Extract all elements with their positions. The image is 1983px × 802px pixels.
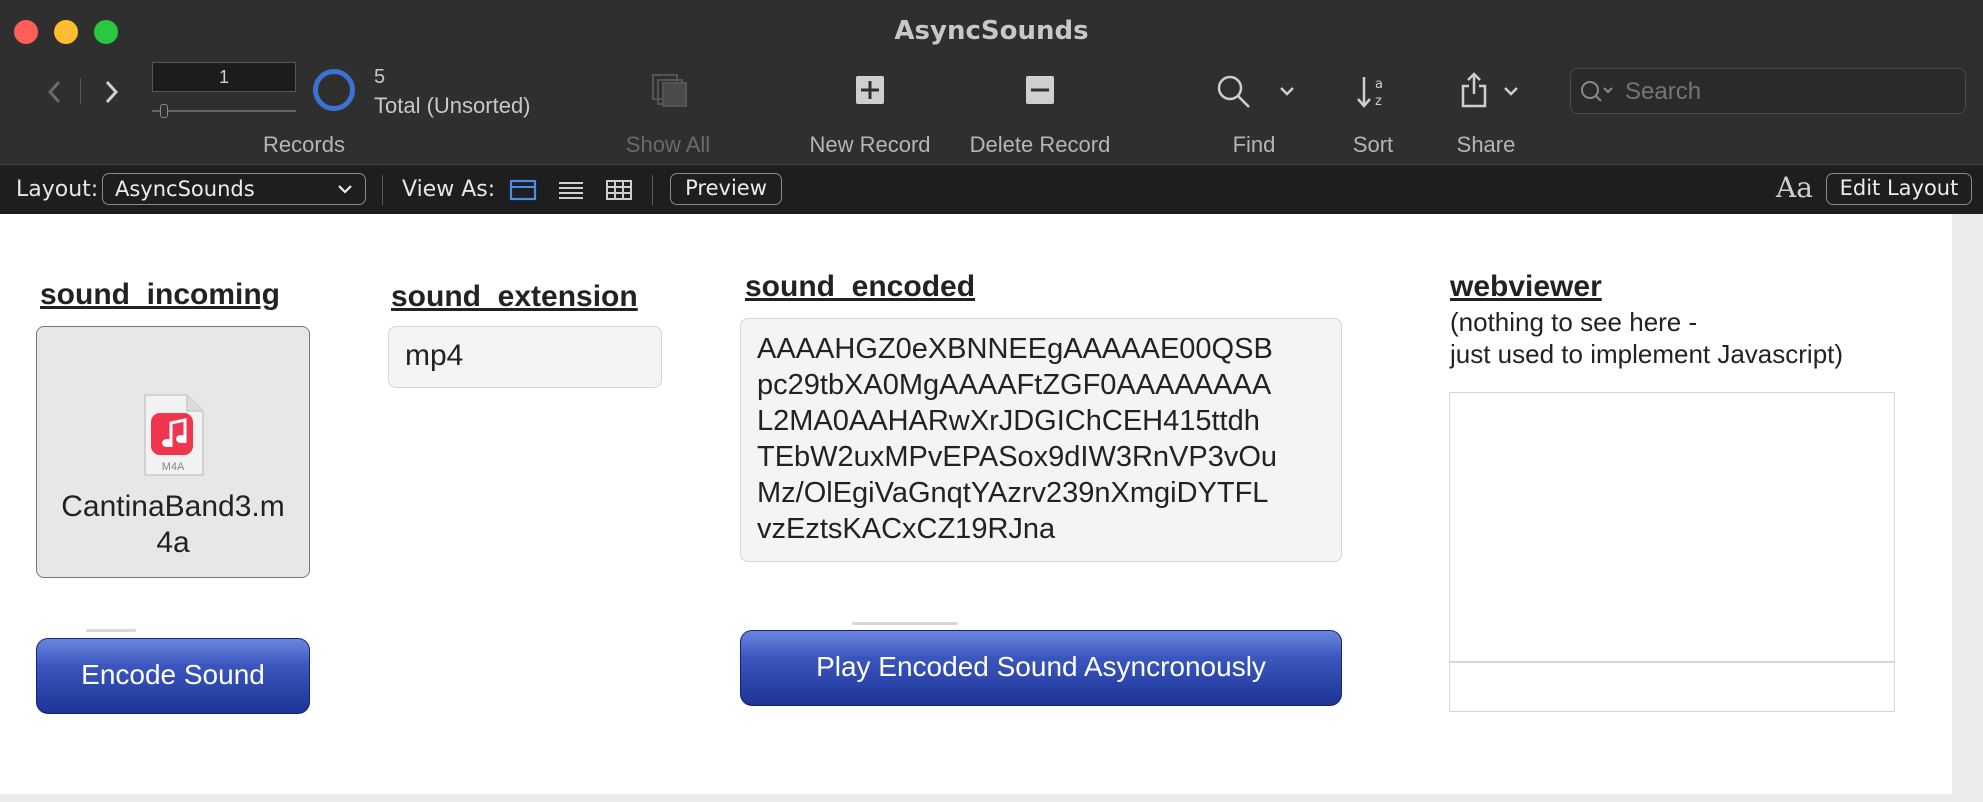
resize-handle	[86, 629, 136, 632]
show-all-label: Show All	[625, 132, 711, 157]
delete-record-label: Delete Record	[969, 132, 1111, 157]
slider-track	[152, 110, 296, 112]
chevron-down-icon	[338, 185, 352, 194]
sound-incoming-label: sound_incoming	[40, 278, 280, 311]
preview-button[interactable]: Preview	[670, 173, 782, 205]
play-encoded-sound-button[interactable]: Play Encoded Sound Asyncronously	[740, 630, 1342, 706]
layout-bar-divider	[382, 175, 383, 205]
plus-square-icon	[856, 76, 884, 104]
share-icon	[1461, 72, 1487, 108]
sort-button[interactable]: a z Sort	[1338, 72, 1408, 157]
webviewer-divider	[1450, 661, 1894, 663]
records-status: Total (Unsorted)	[374, 93, 531, 118]
layout-bar: Layout: AsyncSounds View As: Preview Aa …	[0, 164, 1983, 216]
slider-thumb[interactable]	[160, 104, 168, 118]
edit-layout-button[interactable]: Edit Layout	[1826, 173, 1972, 205]
encoded-line: vzEztsKACxCZ19RJna	[757, 513, 1056, 545]
view-as-table-button[interactable]	[604, 177, 634, 203]
find-label: Find	[1232, 132, 1276, 157]
new-record-button[interactable]: New Record	[800, 72, 940, 157]
new-record-label: New Record	[809, 132, 931, 157]
webviewer-note: (nothing to see here - just used to impl…	[1450, 306, 1843, 370]
sound-extension-field[interactable]: mp4	[388, 326, 662, 388]
chevron-left-icon	[47, 80, 61, 104]
webviewer-note-line: (nothing to see here -	[1450, 307, 1698, 337]
window-title: AsyncSounds	[894, 16, 1089, 46]
sort-icon: a z	[1357, 77, 1383, 109]
sound-encoded-label: sound_encoded	[745, 270, 976, 303]
file-name: CantinaBand3.m4a	[61, 490, 285, 559]
sound-encoded-field[interactable]: AAAAHGZ0eXBNNEEgAAAAAE00QSB pc29tbXA0MgA…	[740, 318, 1342, 562]
records-label: Records	[263, 132, 345, 157]
encoded-line: TEbW2uxMPvEPASox9dIW3RnVP3vOu	[757, 441, 1278, 473]
sound-extension-label: sound_extension	[391, 280, 638, 313]
layout-label: Layout:	[16, 177, 99, 202]
sound-encoded-text: AAAAHGZ0eXBNNEEgAAAAAE00QSB pc29tbXA0MgA…	[757, 331, 1277, 547]
window-right-margin	[1952, 214, 1983, 802]
previous-record-button[interactable]	[40, 74, 70, 110]
minus-square-icon	[1026, 76, 1054, 104]
sound-extension-value: mp4	[405, 339, 464, 372]
view-as-list-button[interactable]	[556, 177, 586, 203]
font-size-glyph: Aa	[1776, 171, 1813, 204]
magnifier-icon	[1217, 75, 1250, 108]
m4a-file-icon: M4A	[141, 393, 205, 477]
webviewer-frame[interactable]	[1449, 392, 1895, 712]
search-icon	[1581, 81, 1613, 102]
font-size-icon[interactable]: Aa	[1776, 171, 1813, 204]
layout-select[interactable]: AsyncSounds	[102, 173, 366, 205]
view-as-form-button[interactable]	[508, 177, 538, 203]
chevron-down-icon[interactable]	[1502, 84, 1520, 98]
encode-sound-label: Encode Sound	[81, 659, 265, 690]
next-record-button[interactable]	[96, 74, 126, 110]
toolbar: AsyncSounds 5 Total (Unsorted) Records S…	[0, 0, 1983, 164]
encode-sound-button[interactable]: Encode Sound	[36, 638, 310, 714]
record-number-field[interactable]	[152, 62, 296, 92]
record-slider[interactable]	[152, 104, 296, 118]
resize-handle	[852, 622, 958, 625]
svg-text:z: z	[1375, 94, 1382, 109]
svg-text:a: a	[1375, 77, 1383, 92]
view-as-label: View As:	[402, 177, 496, 202]
show-all-icon	[652, 74, 687, 107]
sound-incoming-container-field[interactable]: M4A CantinaBand3.m4a	[36, 326, 310, 578]
toolbar-divider	[80, 78, 81, 104]
webviewer-label: webviewer	[1450, 270, 1602, 303]
layout-select-value: AsyncSounds	[115, 177, 255, 201]
records-total: 5	[374, 66, 386, 88]
sort-label: Sort	[1352, 132, 1394, 157]
webviewer-note-line: just used to implement Javascript)	[1450, 339, 1844, 369]
form-view-icon	[509, 179, 537, 201]
list-view-icon	[559, 182, 583, 199]
encoded-line: Mz/OlEgiVaGnqtYAzrv239nXmgiDYTFL	[757, 477, 1269, 509]
layout-bar-divider	[652, 175, 653, 205]
table-view-icon	[606, 180, 632, 200]
play-encoded-sound-label: Play Encoded Sound Asyncronously	[816, 651, 1266, 682]
encoded-line: pc29tbXA0MgAAAAFtZGF0AAAAAAAA	[757, 369, 1272, 401]
chevron-down-icon[interactable]	[1278, 84, 1296, 98]
encoded-line: AAAAHGZ0eXBNNEEgAAAAAE00QSB	[757, 333, 1273, 365]
encoded-line: L2MA0AAHARwXrJDGIChCEH415ttdh	[757, 405, 1260, 437]
share-label: Share	[1456, 132, 1516, 157]
file-type-label: M4A	[161, 461, 185, 473]
edit-layout-label: Edit Layout	[1839, 176, 1959, 200]
find-button[interactable]: Find	[1206, 72, 1302, 157]
records-pie-icon	[313, 69, 355, 111]
search-field[interactable]	[1570, 68, 1966, 114]
delete-record-button[interactable]: Delete Record	[960, 72, 1120, 157]
preview-label: Preview	[685, 176, 767, 200]
search-input[interactable]	[1623, 75, 1947, 109]
record-content-area: sound_incoming M4A CantinaBand3.m4a Enco…	[0, 214, 1952, 794]
show-all-button[interactable]: Show All	[612, 72, 724, 157]
chevron-right-icon	[105, 80, 119, 104]
share-button[interactable]: Share	[1446, 72, 1526, 157]
